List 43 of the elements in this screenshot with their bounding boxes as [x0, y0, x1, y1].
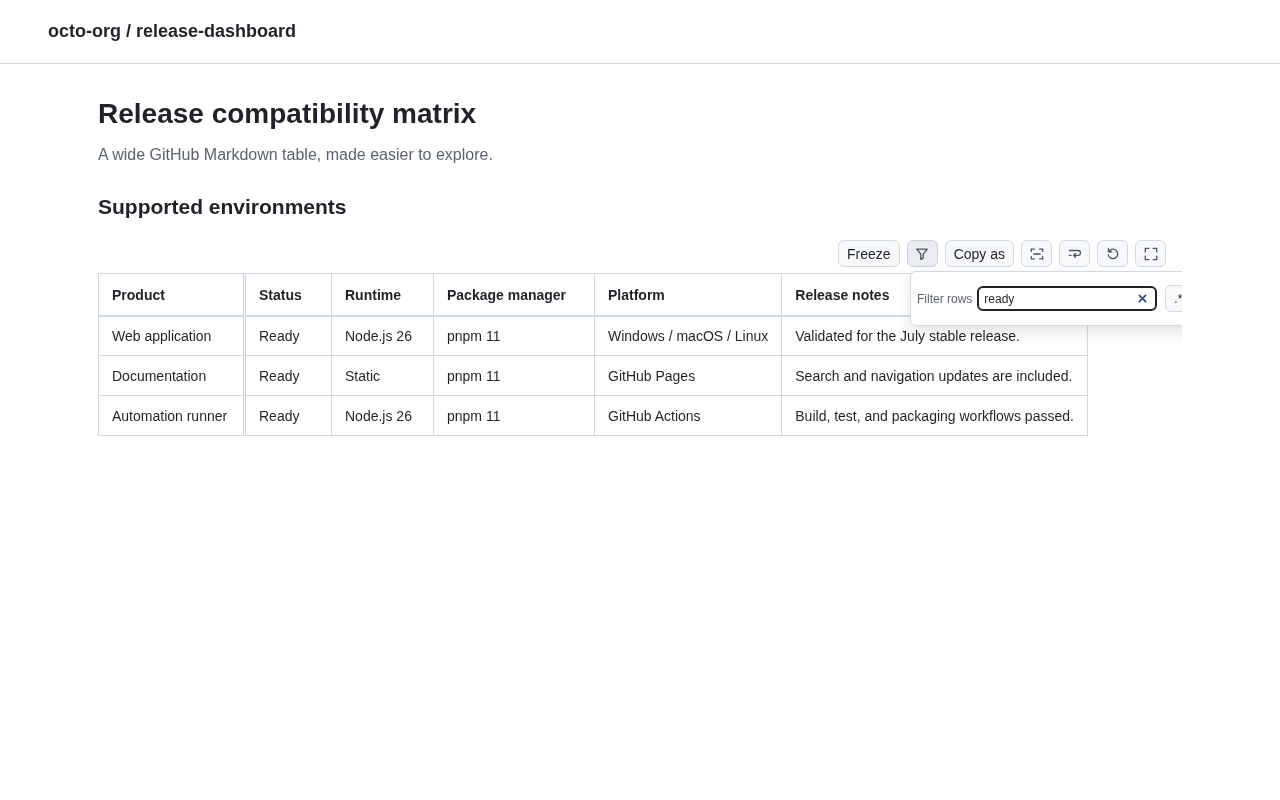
filter-button[interactable] [906, 240, 938, 267]
cell-text: pnpm 11 [447, 368, 501, 385]
cell-text: Ready [259, 408, 300, 425]
toolbar-button[interactable]: Copy as [944, 240, 1014, 267]
cell-text: Ready [259, 328, 300, 345]
cell-text: Node.js 26 [345, 408, 412, 425]
repo-path: octo-org / release-dashboard [48, 21, 297, 42]
filter-input[interactable]: ready [977, 286, 1158, 311]
cell-text: pnpm 11 [447, 408, 501, 425]
fullscreen-button[interactable] [1135, 240, 1166, 267]
cell-text: GitHub Pages [608, 368, 696, 385]
column-header: Platform [608, 286, 665, 303]
fit-columns-button[interactable] [1021, 240, 1052, 267]
cell-text: Ready [259, 368, 300, 385]
page-title: Release compatibility matrix [98, 97, 478, 131]
column-header: Release notes [795, 286, 890, 303]
fit-columns-icon [1029, 246, 1044, 261]
section-heading: Supported environments [98, 194, 348, 220]
cell-text: Search and navigation updates are included. [795, 368, 1073, 385]
cell-text: Static [345, 368, 380, 385]
cell-text: GitHub Actions [608, 408, 701, 425]
cell-text: Build, test, and packaging workflows passed. [795, 408, 1074, 425]
toolbar-button[interactable]: Freeze [838, 240, 900, 267]
cell-text: Validated for the July stable release. [795, 328, 1020, 345]
wrap-text-button[interactable] [1059, 240, 1090, 267]
column-header: Runtime [345, 286, 401, 303]
column-header: Product [112, 286, 165, 303]
filter-icon [915, 246, 930, 261]
fullscreen-icon [1143, 246, 1158, 261]
column-header: Status [259, 286, 302, 303]
cell-text: Windows / macOS / Linux [608, 328, 769, 345]
cell-text: Node.js 26 [345, 328, 412, 345]
reset-button[interactable] [1097, 240, 1128, 267]
cell-text: Documentation [112, 368, 207, 385]
reset-icon [1105, 246, 1120, 261]
cell-text: Automation runner [112, 408, 228, 425]
clear-icon[interactable] [1138, 294, 1148, 303]
page-subtitle: A wide GitHub Markdown table, made easier to explore. [98, 145, 494, 165]
filter-label: Filter rows [917, 291, 973, 306]
column-header: Package manager [447, 286, 567, 303]
cell-text: pnpm 11 [447, 328, 501, 345]
cell-text: Web application [112, 328, 212, 345]
regex-toggle-button[interactable]: .* [1165, 285, 1182, 312]
